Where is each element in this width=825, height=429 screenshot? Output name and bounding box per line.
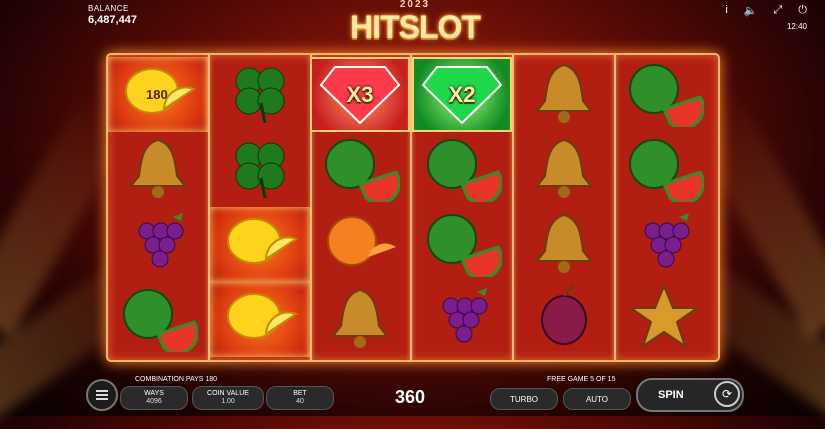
lemon-icon: [220, 207, 300, 282]
spin-button[interactable]: SPIN ⟳: [636, 378, 744, 412]
grapes-icon: [123, 207, 193, 282]
watermelon-icon: [320, 132, 401, 207]
reel-board: 180 X3 X2: [106, 53, 720, 362]
game-logo: 2023 HITSLOT: [340, 0, 490, 48]
power-icon[interactable]: ⏻: [798, 4, 807, 17]
watermelon-icon: [624, 57, 705, 132]
watermelon-icon: [422, 207, 503, 282]
spin-label: SPIN: [658, 389, 684, 401]
multiplier-label: X2: [448, 81, 476, 107]
bell-icon: [529, 57, 599, 132]
bet-label: BET: [293, 390, 307, 397]
clover-icon: [225, 132, 295, 207]
ways-display: WAYS 4096: [120, 386, 188, 410]
symbol-grapes: [108, 207, 208, 282]
sound-icon[interactable]: 🔈: [744, 4, 758, 17]
symbol-watermelon: [614, 57, 714, 132]
symbol-clover: [210, 132, 310, 207]
symbol-lemon: 180: [108, 57, 208, 132]
balance-label: BALANCE: [88, 4, 129, 13]
menu-button[interactable]: [86, 379, 118, 411]
orange-icon: [320, 207, 400, 282]
symbol-watermelon: [412, 207, 512, 282]
watermelon-icon: [624, 132, 705, 207]
bell-icon: [325, 282, 395, 357]
watermelon-icon: [422, 132, 503, 207]
reel-4: X2: [412, 57, 512, 357]
grapes-icon: [427, 282, 497, 357]
symbol-watermelon: [310, 132, 410, 207]
reel-1: 180: [108, 57, 208, 357]
lemon-icon: [220, 282, 300, 357]
symbol-watermelon: [412, 132, 512, 207]
bell-icon: [123, 132, 193, 207]
reel-6: [614, 57, 714, 357]
multiplier-label: X3: [346, 81, 374, 107]
clover-icon: [225, 57, 295, 132]
info-icon[interactable]: i: [725, 4, 727, 17]
reel-5: [514, 57, 614, 357]
symbol-lemon: [210, 282, 310, 357]
symbol-watermelon: [108, 282, 208, 357]
symbol-grapes: [412, 282, 512, 357]
coin-value-value: 1.00: [221, 398, 235, 405]
bell-icon: [529, 132, 599, 207]
fullscreen-icon[interactable]: ⤢: [773, 4, 782, 17]
logo-name: HITSLOT: [350, 9, 481, 45]
ways-label: WAYS: [144, 390, 164, 397]
clock: 12:40: [786, 22, 807, 31]
star-icon: [627, 282, 701, 357]
combination-text: COMBINATION PAYS 180: [135, 376, 218, 383]
symbol-bell: [514, 57, 614, 132]
header-controls: i 🔈 ⤢ ⏻: [725, 4, 807, 17]
symbol-star: [614, 282, 714, 357]
symbol-bell: [310, 282, 410, 357]
symbol-grapes: [614, 207, 714, 282]
balance-display: BALANCE 6,487,447: [88, 4, 137, 26]
grapes-icon: [629, 207, 699, 282]
symbol-plum: [514, 282, 614, 357]
reel-3: X3: [310, 57, 410, 357]
turbo-button[interactable]: TURBO: [490, 388, 558, 410]
free-game-text: FREE GAME 5 OF 15: [547, 376, 616, 383]
symbol-bell: [108, 132, 208, 207]
symbol-watermelon: [614, 132, 714, 207]
bet-value: 40: [296, 398, 304, 405]
bet-selector[interactable]: BET 40: [266, 386, 334, 410]
coin-value-selector[interactable]: COIN VALUE 1.00: [192, 386, 264, 410]
symbol-orange: [310, 207, 410, 282]
win-amount: 360: [395, 387, 426, 407]
reel-2: [210, 57, 310, 357]
symbol-lemon: [210, 207, 310, 282]
symbol-red-diamond: X3: [310, 57, 410, 132]
coin-value-label: COIN VALUE: [207, 390, 249, 397]
refresh-icon: ⟳: [714, 381, 740, 407]
plum-icon: [529, 282, 599, 357]
symbol-clover: [210, 57, 310, 132]
auto-button[interactable]: AUTO: [563, 388, 631, 410]
symbol-bell: [514, 207, 614, 282]
hamburger-icon: [96, 388, 108, 402]
symbol-green-diamond: X2: [412, 57, 512, 132]
symbol-bell: [514, 132, 614, 207]
bell-icon: [529, 207, 599, 282]
win-badge: 180: [146, 87, 168, 102]
ways-value: 4096: [146, 398, 162, 405]
balance-value: 6,487,447: [88, 14, 137, 26]
watermelon-icon: [118, 282, 199, 357]
